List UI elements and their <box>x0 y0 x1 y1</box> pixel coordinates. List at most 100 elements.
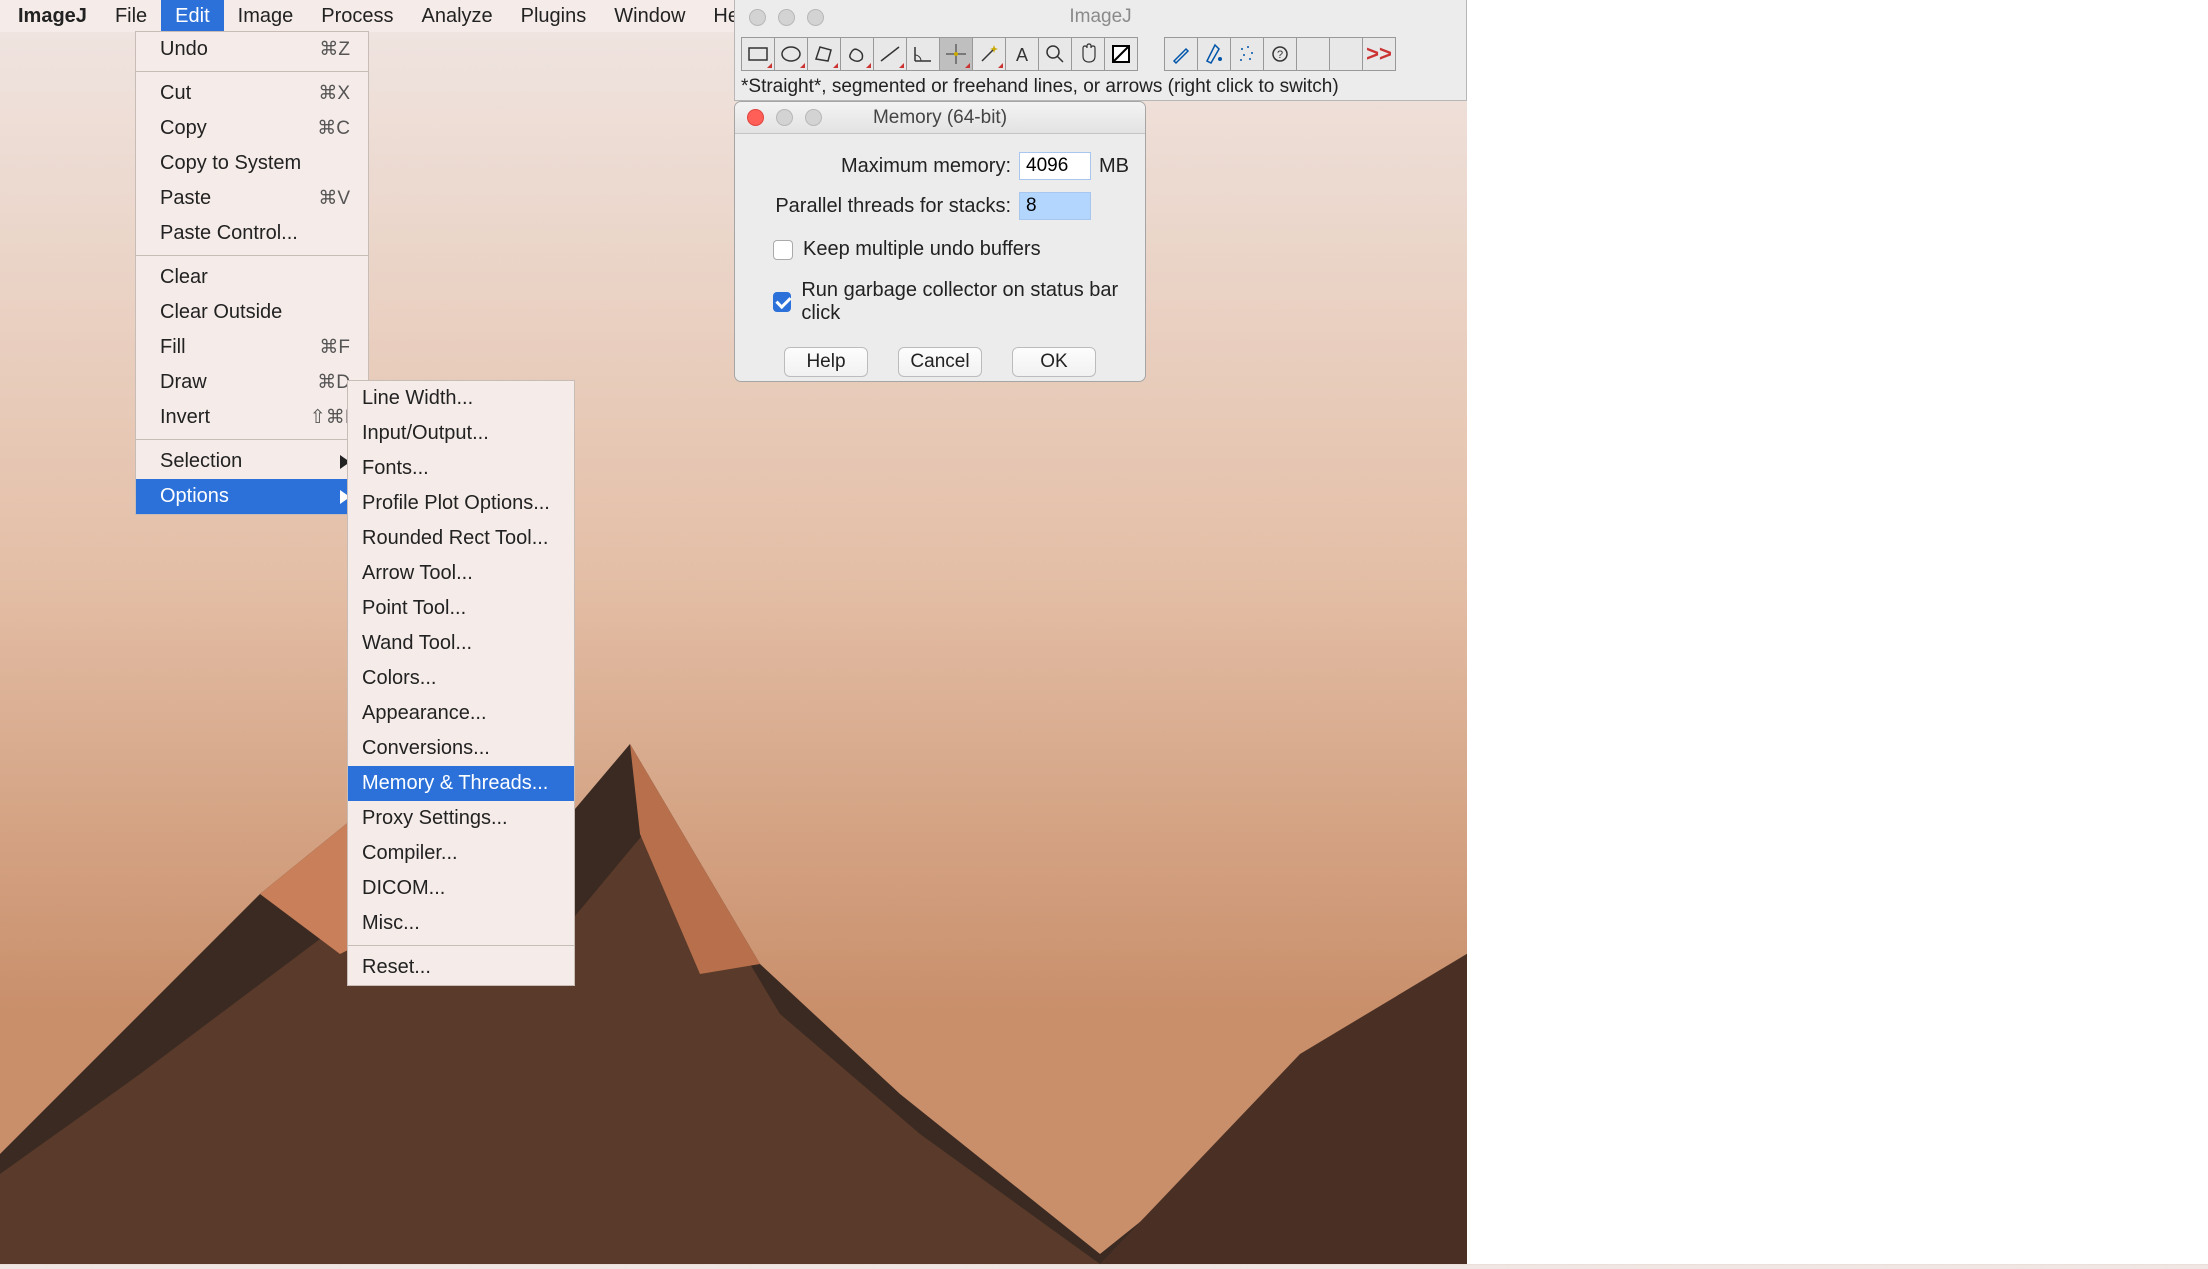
toolbar-spacer <box>1137 37 1165 71</box>
tool-variant-icon <box>800 63 805 68</box>
opt-wand-tool[interactable]: Wand Tool... <box>348 626 574 661</box>
menubar-app[interactable]: ImageJ <box>0 0 101 32</box>
opt-appearance[interactable]: Appearance... <box>348 696 574 731</box>
tool-variant-icon <box>899 63 904 68</box>
close-dot-icon[interactable] <box>749 9 766 26</box>
dialog-titlebar[interactable]: Memory (64-bit) <box>735 102 1145 134</box>
tool-variant-icon <box>998 63 1003 68</box>
tool-variant-icon <box>767 63 772 68</box>
menubar-image[interactable]: Image <box>224 0 308 32</box>
menu-separator <box>136 439 368 440</box>
menubar-file[interactable]: File <box>101 0 161 32</box>
white-background-panel <box>1467 0 2208 1264</box>
menu-cut[interactable]: Cut⌘X <box>136 76 368 111</box>
tool-angle[interactable] <box>906 37 940 71</box>
undo-buffers-checkbox[interactable] <box>773 240 793 260</box>
tool-empty-2[interactable] <box>1329 37 1363 71</box>
options-submenu: Line Width... Input/Output... Fonts... P… <box>347 380 575 986</box>
threads-label: Parallel threads for stacks: <box>775 195 1011 218</box>
undo-buffers-label: Keep multiple undo buffers <box>803 238 1041 261</box>
tool-variant-icon <box>833 63 838 68</box>
opt-memory-threads[interactable]: Memory & Threads... <box>348 766 574 801</box>
menubar-edit[interactable]: Edit <box>161 0 223 32</box>
opt-input-output[interactable]: Input/Output... <box>348 416 574 451</box>
menu-clear-outside[interactable]: Clear Outside <box>136 295 368 330</box>
opt-reset[interactable]: Reset... <box>348 950 574 985</box>
menu-copy[interactable]: Copy⌘C <box>136 111 368 146</box>
ok-button[interactable]: OK <box>1012 347 1096 377</box>
opt-point-tool[interactable]: Point Tool... <box>348 591 574 626</box>
tool-hand[interactable] <box>1071 37 1105 71</box>
menu-selection[interactable]: Selection <box>136 444 368 479</box>
menu-undo[interactable]: Undo⌘Z <box>136 32 368 67</box>
opt-conversions[interactable]: Conversions... <box>348 731 574 766</box>
memory-dialog: Memory (64-bit) Maximum memory: MB Paral… <box>734 101 1146 382</box>
menu-draw[interactable]: Draw⌘D <box>136 365 368 400</box>
tool-point[interactable] <box>939 37 973 71</box>
close-dot-icon[interactable] <box>747 109 764 126</box>
opt-profile-plot[interactable]: Profile Plot Options... <box>348 486 574 521</box>
menubar: ImageJ File Edit Image Process Analyze P… <box>0 0 734 32</box>
gc-label: Run garbage collector on status bar clic… <box>801 279 1129 325</box>
opt-proxy[interactable]: Proxy Settings... <box>348 801 574 836</box>
max-memory-unit: MB <box>1099 155 1129 178</box>
opt-misc[interactable]: Misc... <box>348 906 574 941</box>
tool-text[interactable]: A <box>1005 37 1039 71</box>
svg-text:A: A <box>1016 45 1028 65</box>
zoom-dot-icon[interactable] <box>807 9 824 26</box>
zoom-dot-icon[interactable] <box>805 109 822 126</box>
minimize-dot-icon[interactable] <box>778 9 795 26</box>
tool-empty-1[interactable] <box>1296 37 1330 71</box>
threads-input[interactable] <box>1019 192 1091 220</box>
tool-more[interactable]: >> <box>1362 37 1396 71</box>
menu-paste-control[interactable]: Paste Control... <box>136 216 368 251</box>
imagej-window: ImageJ A ? >> *Straight*, segmented or f… <box>734 0 1467 101</box>
tool-paintbrush[interactable] <box>1164 37 1198 71</box>
gc-checkbox[interactable] <box>773 292 791 312</box>
opt-rounded-rect[interactable]: Rounded Rect Tool... <box>348 521 574 556</box>
cancel-button[interactable]: Cancel <box>898 347 982 377</box>
tool-oval[interactable] <box>774 37 808 71</box>
menu-clear[interactable]: Clear <box>136 260 368 295</box>
imagej-status: *Straight*, segmented or freehand lines,… <box>735 74 1466 100</box>
tool-flood-fill[interactable] <box>1197 37 1231 71</box>
minimize-dot-icon[interactable] <box>776 109 793 126</box>
tool-line[interactable] <box>873 37 907 71</box>
traffic-lights <box>749 9 824 26</box>
tool-wand[interactable] <box>972 37 1006 71</box>
tool-polygon[interactable] <box>807 37 841 71</box>
menu-copy-to-system[interactable]: Copy to System <box>136 146 368 181</box>
opt-arrow-tool[interactable]: Arrow Tool... <box>348 556 574 591</box>
menubar-analyze[interactable]: Analyze <box>407 0 506 32</box>
menu-fill[interactable]: Fill⌘F <box>136 330 368 365</box>
tool-magnifier[interactable] <box>1038 37 1072 71</box>
menubar-plugins[interactable]: Plugins <box>507 0 601 32</box>
tool-variant-icon <box>965 63 970 68</box>
tool-rectangle[interactable] <box>741 37 775 71</box>
menu-separator <box>136 255 368 256</box>
imagej-title: ImageJ <box>735 6 1466 28</box>
tool-variant-icon <box>866 63 871 68</box>
opt-compiler[interactable]: Compiler... <box>348 836 574 871</box>
tool-dev-menu[interactable]: ? <box>1263 37 1297 71</box>
opt-fonts[interactable]: Fonts... <box>348 451 574 486</box>
menu-separator <box>348 945 574 946</box>
menu-options[interactable]: Options <box>136 479 368 514</box>
opt-dicom[interactable]: DICOM... <box>348 871 574 906</box>
tool-freehand[interactable] <box>840 37 874 71</box>
opt-line-width[interactable]: Line Width... <box>348 381 574 416</box>
max-memory-input[interactable] <box>1019 152 1091 180</box>
menu-paste[interactable]: Paste⌘V <box>136 181 368 216</box>
help-button[interactable]: Help <box>784 347 868 377</box>
opt-colors[interactable]: Colors... <box>348 661 574 696</box>
tool-spray[interactable] <box>1230 37 1264 71</box>
max-memory-label: Maximum memory: <box>841 155 1011 178</box>
tool-color-picker[interactable] <box>1104 37 1138 71</box>
menubar-window[interactable]: Window <box>600 0 699 32</box>
menu-invert[interactable]: Invert⇧⌘I <box>136 400 368 435</box>
svg-text:?: ? <box>1277 49 1283 61</box>
traffic-lights <box>747 109 822 126</box>
menu-separator <box>136 71 368 72</box>
menubar-process[interactable]: Process <box>307 0 407 32</box>
imagej-titlebar[interactable]: ImageJ <box>735 0 1466 34</box>
